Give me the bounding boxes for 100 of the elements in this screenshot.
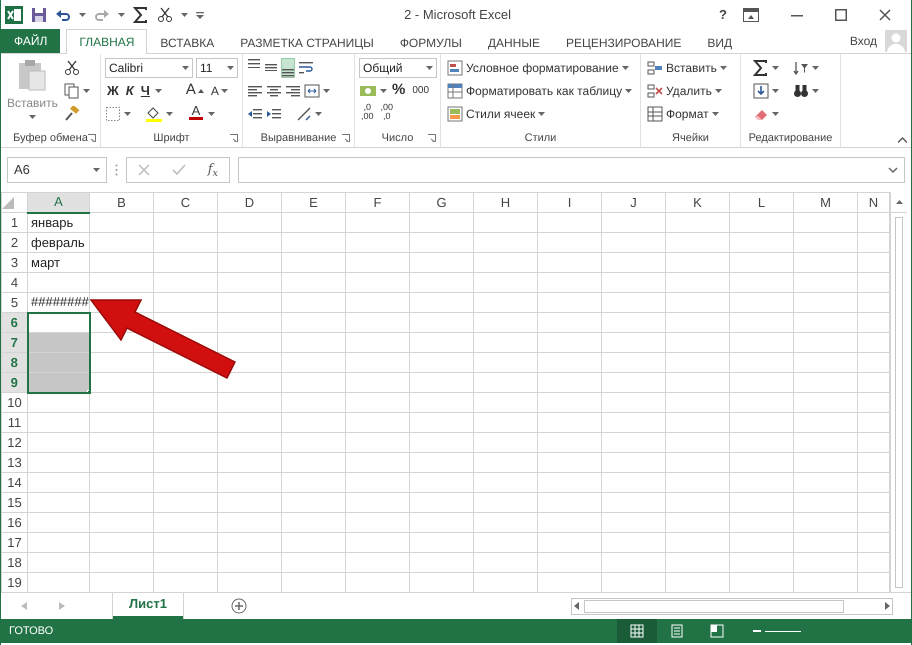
- caret-icon[interactable]: [124, 112, 131, 116]
- caret-icon[interactable]: [625, 88, 632, 92]
- column-header[interactable]: M: [794, 192, 858, 212]
- row-header[interactable]: 14: [2, 472, 28, 492]
- horizontal-scrollbar[interactable]: [571, 598, 893, 614]
- ribbon-tab[interactable]: РЕЦЕНЗИРОВАНИЕ: [552, 30, 694, 54]
- column-header[interactable]: K: [666, 192, 730, 212]
- row-header[interactable]: 18: [2, 552, 28, 572]
- row-header[interactable]: 2: [2, 232, 28, 252]
- caret-icon[interactable]: [622, 66, 629, 70]
- undo-icon[interactable]: [55, 7, 71, 23]
- caret-icon[interactable]: [323, 88, 330, 92]
- column-header[interactable]: F: [346, 192, 410, 212]
- help-button[interactable]: ?: [711, 5, 735, 25]
- row-header[interactable]: 16: [2, 512, 28, 532]
- ribbon-tab[interactable]: ФОРМУЛЫ: [386, 30, 475, 54]
- ribbon-tab[interactable]: РАЗМЕТКА СТРАНИЦЫ: [227, 30, 387, 54]
- row-header[interactable]: 9: [2, 372, 28, 392]
- sum-icon[interactable]: [133, 7, 149, 23]
- italic-button[interactable]: К: [124, 80, 136, 100]
- caret-icon[interactable]: [426, 66, 433, 70]
- caret-icon[interactable]: [772, 88, 779, 92]
- row-header[interactable]: 10: [2, 392, 28, 412]
- caret-icon[interactable]: [182, 66, 189, 70]
- row-header[interactable]: 4: [2, 272, 28, 292]
- maximize-icon[interactable]: [835, 9, 847, 21]
- row-header[interactable]: 8: [2, 352, 28, 372]
- row-header[interactable]: 19: [2, 572, 28, 592]
- sum-icon[interactable]: [753, 60, 769, 76]
- conditional-format-icon[interactable]: [447, 60, 463, 76]
- caret-icon[interactable]: [181, 13, 188, 17]
- save-icon[interactable]: [31, 7, 47, 23]
- row-header[interactable]: 6: [2, 312, 28, 332]
- fill-down-icon[interactable]: [753, 82, 769, 98]
- thousands-button[interactable]: 000: [410, 80, 432, 100]
- column-header[interactable]: D: [218, 192, 282, 212]
- caret-icon[interactable]: [79, 13, 86, 17]
- font-size-field[interactable]: 11: [196, 58, 238, 78]
- cells-menu-button[interactable]: Удалить: [645, 80, 724, 101]
- caret-icon[interactable]: [315, 112, 322, 116]
- caret-icon[interactable]: [812, 88, 819, 92]
- clipboard-icon[interactable]: [17, 59, 48, 91]
- bottom-align-button[interactable]: [281, 58, 295, 78]
- ribbon-tab[interactable]: ВИД: [694, 30, 746, 54]
- cut-icon[interactable]: [157, 7, 173, 23]
- sheet-tab[interactable]: Лист1: [113, 592, 183, 618]
- caret-icon[interactable]: [380, 88, 387, 92]
- binoculars-icon[interactable]: [793, 82, 809, 98]
- borders-icon[interactable]: [105, 106, 121, 122]
- caret-icon[interactable]: [714, 88, 722, 92]
- row-header[interactable]: 17: [2, 532, 28, 552]
- scrollbar-thumb[interactable]: [895, 217, 903, 588]
- orientation-icon[interactable]: [296, 106, 312, 122]
- format-painter-icon[interactable]: [64, 106, 80, 122]
- ribbon-tab[interactable]: ДАННЫЕ: [474, 30, 553, 54]
- column-header[interactable]: G: [410, 192, 474, 212]
- caret-icon[interactable]: [772, 66, 779, 70]
- column-header[interactable]: N: [858, 192, 890, 212]
- column-header[interactable]: B: [90, 192, 154, 212]
- ribbon-options-icon[interactable]: [743, 8, 759, 22]
- caret-icon[interactable]: [82, 88, 90, 92]
- column-header[interactable]: J: [602, 192, 666, 212]
- cells-menu-button[interactable]: Формат: [645, 103, 721, 124]
- ribbon-tab[interactable]: ГЛАВНАЯ: [66, 29, 148, 54]
- row-header[interactable]: 12: [2, 432, 28, 452]
- paste-button[interactable]: Вставить: [5, 57, 60, 129]
- insert-function-button[interactable]: f$_{x}$: [208, 160, 218, 180]
- add-sheet-icon[interactable]: [230, 598, 247, 614]
- font-color-button[interactable]: A: [187, 104, 205, 124]
- column-header[interactable]: I: [538, 192, 602, 212]
- cell-styles-icon[interactable]: [447, 106, 463, 122]
- dialog-launcher-icon[interactable]: [428, 134, 436, 142]
- column-header[interactable]: H: [474, 192, 538, 212]
- sort-filter-icon[interactable]: [793, 60, 809, 76]
- row-header[interactable]: 13: [2, 452, 28, 472]
- caret-icon[interactable]: [812, 66, 819, 70]
- caret-icon[interactable]: [220, 88, 228, 92]
- percent-button[interactable]: %: [390, 80, 408, 100]
- column-header[interactable]: A: [28, 192, 90, 212]
- sign-in-link[interactable]: Вход: [850, 32, 877, 50]
- row-header[interactable]: 15: [2, 492, 28, 512]
- normal-view-button[interactable]: [617, 619, 657, 643]
- dialog-launcher-icon[interactable]: [230, 134, 238, 142]
- styles-menu-button[interactable]: Условное форматирование: [445, 57, 631, 78]
- dialog-launcher-icon[interactable]: [342, 134, 350, 142]
- grip-icon[interactable]: [115, 164, 118, 176]
- shrink-font-button[interactable]: A: [208, 80, 230, 100]
- ribbon-tab[interactable]: ВСТАВКА: [147, 30, 228, 54]
- column-header[interactable]: C: [154, 192, 218, 212]
- caret-icon[interactable]: [208, 112, 215, 116]
- scroll-left-icon[interactable]: [572, 602, 582, 610]
- font-field[interactable]: Calibri: [105, 58, 193, 78]
- caret-icon[interactable]: [118, 13, 125, 17]
- zoom-out-icon[interactable]: [753, 627, 761, 635]
- caret-up-icon[interactable]: [198, 88, 204, 92]
- scroll-right-icon[interactable]: [882, 602, 892, 610]
- formula-field[interactable]: [238, 157, 905, 183]
- insert-cells-icon[interactable]: [647, 60, 663, 76]
- row-header[interactable]: 11: [2, 412, 28, 432]
- caret-icon[interactable]: [712, 112, 719, 116]
